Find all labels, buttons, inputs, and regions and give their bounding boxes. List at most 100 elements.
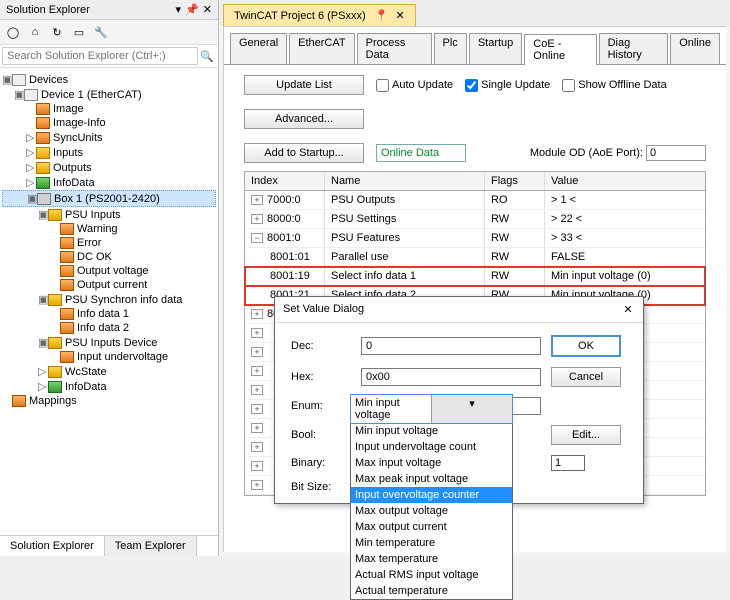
- close-icon[interactable]: ✕: [203, 3, 212, 16]
- cancel-button[interactable]: Cancel: [551, 367, 621, 387]
- grid-row[interactable]: 8001:01Parallel useRWFALSE: [245, 248, 705, 267]
- dropdown-option[interactable]: Max output voltage: [351, 503, 512, 519]
- col-name[interactable]: Name: [325, 172, 485, 190]
- pin-icon[interactable]: 📍: [375, 10, 389, 22]
- properties-icon[interactable]: 🔧: [92, 23, 110, 41]
- close-icon[interactable]: ✕: [621, 303, 635, 316]
- tab-team-explorer[interactable]: Team Explorer: [105, 536, 197, 556]
- dropdown-option[interactable]: Min temperature: [351, 535, 512, 551]
- tree-mappings[interactable]: Mappings: [2, 394, 216, 408]
- tree-node[interactable]: Info data 2: [2, 321, 216, 335]
- dropdown-option[interactable]: Input undervoltage count: [351, 439, 512, 455]
- module-od-input[interactable]: [646, 145, 706, 161]
- bottom-tabs: Solution Explorer Team Explorer: [0, 535, 218, 556]
- dropdown-option[interactable]: Max peak input voltage: [351, 471, 512, 487]
- tree-node[interactable]: ▷WcState: [2, 364, 216, 379]
- tab-solution-explorer[interactable]: Solution Explorer: [0, 536, 105, 556]
- tree-node[interactable]: Warning: [2, 222, 216, 236]
- tree-node[interactable]: ▣PSU Inputs Device: [2, 335, 216, 350]
- module-od: Module OD (AoE Port):: [530, 145, 706, 161]
- device-tab[interactable]: CoE - Online: [524, 34, 596, 65]
- auto-update-check[interactable]: Auto Update: [376, 79, 453, 92]
- device-tab[interactable]: Plc: [434, 33, 467, 64]
- binary-length-input[interactable]: [551, 455, 585, 471]
- device-tabs: GeneralEtherCATProcess DataPlcStartupCoE…: [224, 27, 726, 65]
- update-list-button[interactable]: Update List: [244, 75, 364, 95]
- tree-node[interactable]: ▷Inputs: [2, 145, 216, 160]
- tree-node[interactable]: Image-Info: [2, 116, 216, 130]
- bitsize-label: Bit Size:: [291, 481, 351, 493]
- device-tab[interactable]: Process Data: [357, 33, 432, 64]
- edit-button[interactable]: Edit...: [551, 425, 621, 445]
- tree-node[interactable]: ▣Box 1 (PS2001-2420): [2, 190, 216, 207]
- hex-input[interactable]: [361, 368, 541, 386]
- pane-title: Solution Explorer: [6, 4, 176, 16]
- tree-node[interactable]: ▷InfoData: [2, 175, 216, 190]
- solution-tree[interactable]: ▣Devices▣Device 1 (EtherCAT)ImageImage-I…: [0, 68, 218, 535]
- tree-node[interactable]: ▣PSU Synchron info data: [2, 292, 216, 307]
- collapse-icon[interactable]: ▭: [70, 23, 88, 41]
- col-value[interactable]: Value: [545, 172, 705, 190]
- grid-row[interactable]: +8000:0PSU SettingsRW> 22 <: [245, 210, 705, 229]
- refresh-icon[interactable]: ↻: [48, 23, 66, 41]
- tree-node[interactable]: ▷Outputs: [2, 160, 216, 175]
- dropdown-option[interactable]: Actual RMS input voltage: [351, 567, 512, 583]
- tree-root[interactable]: ▣Devices: [2, 72, 216, 87]
- close-icon[interactable]: ✕: [395, 10, 404, 22]
- col-flags[interactable]: Flags: [485, 172, 545, 190]
- home-icon[interactable]: ⌂: [26, 23, 44, 41]
- tree-node[interactable]: ▷InfoData: [2, 379, 216, 394]
- search-row: 🔍: [0, 45, 218, 68]
- chevron-down-icon[interactable]: ▾: [431, 395, 512, 423]
- grid-row[interactable]: 8001:19Select info data 1RWMin input vol…: [245, 267, 705, 286]
- advanced-button[interactable]: Advanced...: [244, 109, 364, 129]
- solution-explorer-title-bar: Solution Explorer ▾ 📌 ✕: [0, 0, 218, 20]
- dialog-title-bar[interactable]: Set Value Dialog ✕: [275, 297, 643, 323]
- show-offline-check[interactable]: Show Offline Data: [562, 79, 666, 92]
- document-tab-label: TwinCAT Project 6 (PSxxx): [234, 10, 366, 22]
- enum-label: Enum:: [291, 400, 351, 412]
- tree-node[interactable]: Image: [2, 102, 216, 116]
- col-index[interactable]: Index: [245, 172, 325, 190]
- device-tab[interactable]: Startup: [469, 33, 522, 64]
- solution-explorer-pane: Solution Explorer ▾ 📌 ✕ ◯ ⌂ ↻ ▭ 🔧 🔍 ▣Dev…: [0, 0, 219, 556]
- tree-node[interactable]: DC OK: [2, 250, 216, 264]
- dialog-title: Set Value Dialog: [283, 303, 364, 316]
- single-update-check[interactable]: Single Update: [465, 79, 550, 92]
- device-tab[interactable]: General: [230, 33, 287, 64]
- explorer-toolbar: ◯ ⌂ ↻ ▭ 🔧: [0, 20, 218, 45]
- tree-node[interactable]: Output current: [2, 278, 216, 292]
- document-tab-row: TwinCAT Project 6 (PSxxx) 📍 ✕: [219, 0, 730, 26]
- pin-icon[interactable]: 📌: [185, 3, 199, 16]
- tree-node[interactable]: ▣Device 1 (EtherCAT): [2, 87, 216, 102]
- tree-node[interactable]: Error: [2, 236, 216, 250]
- tree-node[interactable]: Input undervoltage: [2, 350, 216, 364]
- dropdown-option[interactable]: Max output current: [351, 519, 512, 535]
- search-input[interactable]: [2, 47, 198, 65]
- device-tab[interactable]: EtherCAT: [289, 33, 354, 64]
- dropdown-option[interactable]: Max input voltage: [351, 455, 512, 471]
- search-icon[interactable]: 🔍: [198, 47, 216, 65]
- back-icon[interactable]: ◯: [4, 23, 22, 41]
- dec-input[interactable]: [361, 337, 541, 355]
- tree-node[interactable]: ▷SyncUnits: [2, 130, 216, 145]
- add-startup-button[interactable]: Add to Startup...: [244, 143, 364, 163]
- enum-dropdown[interactable]: Min input voltage ▾ Min input voltageInp…: [350, 394, 513, 600]
- device-tab[interactable]: Online: [670, 33, 720, 64]
- document-tab[interactable]: TwinCAT Project 6 (PSxxx) 📍 ✕: [223, 4, 416, 26]
- online-data-box: Online Data: [376, 144, 466, 162]
- tree-node[interactable]: Info data 1: [2, 307, 216, 321]
- grid-header: Index Name Flags Value: [245, 172, 705, 191]
- device-tab[interactable]: Diag History: [599, 33, 669, 64]
- dropdown-option[interactable]: Actual temperature: [351, 583, 512, 599]
- ok-button[interactable]: OK: [551, 335, 621, 357]
- grid-row[interactable]: +7000:0PSU OutputsRO> 1 <: [245, 191, 705, 210]
- enum-dropdown-head[interactable]: Min input voltage ▾: [350, 394, 513, 424]
- tree-node[interactable]: ▣PSU Inputs: [2, 207, 216, 222]
- dropdown-option[interactable]: Min input voltage: [351, 423, 512, 439]
- dropdown-option[interactable]: Input overvoltage counter: [351, 487, 512, 503]
- dropdown-icon[interactable]: ▾: [176, 3, 182, 16]
- tree-node[interactable]: Output voltage: [2, 264, 216, 278]
- dropdown-option[interactable]: Max temperature: [351, 551, 512, 567]
- grid-row[interactable]: −8001:0PSU FeaturesRW> 33 <: [245, 229, 705, 248]
